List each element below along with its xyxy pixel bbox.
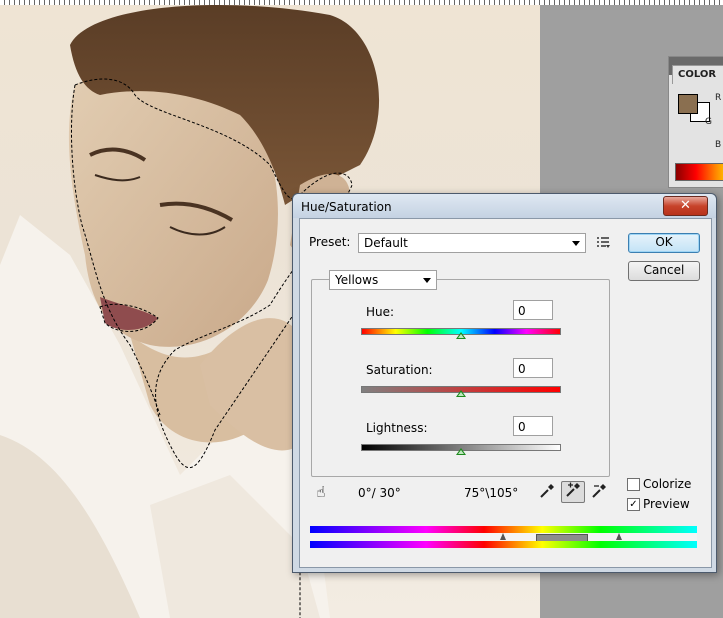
colorize-checkbox[interactable]: [627, 478, 640, 491]
close-button[interactable]: ✕: [663, 196, 708, 216]
range-left-falloff-handle[interactable]: [500, 533, 506, 540]
output-color-bar: [310, 541, 697, 548]
range-right-readout: 75°\105°: [464, 486, 519, 500]
hue-input[interactable]: 0: [513, 300, 553, 320]
hue-label: Hue:: [366, 305, 395, 319]
preset-menu-icon[interactable]: [596, 235, 610, 249]
dialog-title: Hue/Saturation: [301, 200, 392, 214]
preview-checkbox[interactable]: ✓: [627, 498, 640, 511]
lightness-label: Lightness:: [366, 421, 428, 435]
lightness-slider-thumb[interactable]: [456, 448, 466, 455]
preview-label[interactable]: Preview: [643, 497, 690, 511]
hue-slider-thumb[interactable]: [456, 332, 466, 339]
edit-channel-dropdown[interactable]: Yellows: [329, 270, 437, 290]
eyedropper-minus-icon[interactable]: [588, 483, 610, 503]
range-left-readout: 0°/ 30°: [358, 486, 401, 500]
range-right-falloff-handle[interactable]: [616, 533, 622, 540]
ok-button[interactable]: OK: [628, 233, 700, 253]
saturation-slider-thumb[interactable]: [456, 390, 466, 397]
hand-icon[interactable]: ☝: [310, 482, 332, 502]
input-color-bar: [310, 526, 697, 533]
chevron-down-icon: [572, 241, 580, 246]
color-ramp[interactable]: [675, 163, 723, 181]
chevron-down-icon: [423, 278, 431, 283]
dialog-titlebar[interactable]: Hue/Saturation ✕: [293, 194, 716, 218]
edit-channel-value: Yellows: [335, 273, 379, 287]
preset-value: Default: [364, 236, 408, 250]
lightness-input[interactable]: 0: [513, 416, 553, 436]
color-panel-tab[interactable]: COLOR: [672, 65, 723, 84]
channel-b-label: B: [715, 140, 722, 150]
color-panel: COLOR R G B: [668, 56, 723, 188]
foreground-color-swatch[interactable]: [678, 94, 698, 114]
cancel-button[interactable]: Cancel: [628, 261, 700, 281]
dialog-body: Preset: Default OK Cancel Yellows Hue: 0…: [299, 218, 712, 568]
preset-label: Preset:: [309, 235, 351, 249]
preset-dropdown[interactable]: Default: [358, 233, 586, 253]
saturation-input[interactable]: 0: [513, 358, 553, 378]
hue-saturation-dialog: Hue/Saturation ✕ Preset: Default OK Canc…: [292, 193, 717, 573]
channel-g-label: G: [705, 117, 712, 127]
saturation-label: Saturation:: [366, 363, 433, 377]
eyedropper-icon[interactable]: [536, 483, 558, 503]
colorize-label[interactable]: Colorize: [643, 477, 691, 491]
close-icon: ✕: [680, 198, 691, 213]
eyedropper-plus-icon[interactable]: [561, 481, 585, 503]
channel-r-label: R: [715, 93, 722, 103]
